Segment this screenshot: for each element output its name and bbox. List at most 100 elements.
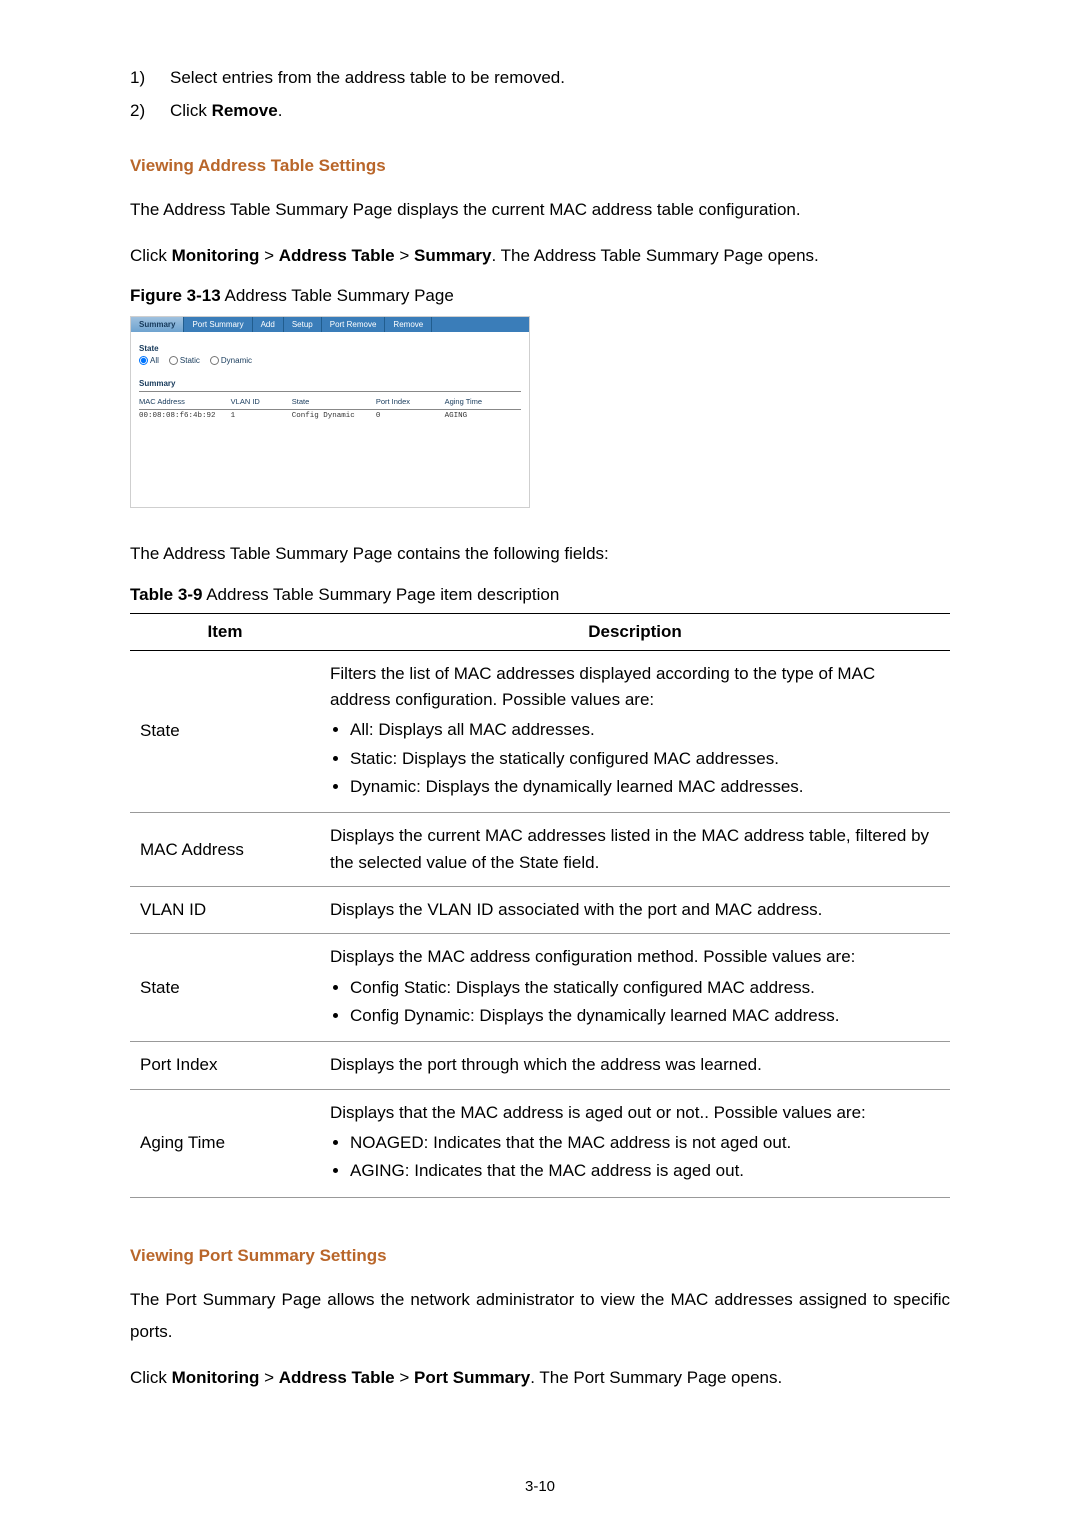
table-row: Aging Time Displays that the MAC address … [130,1089,950,1197]
separator: > [395,1368,414,1387]
col-aging: Aging Time [445,394,521,410]
text: Click [130,1368,172,1387]
section-heading-viewing-address-table: Viewing Address Table Settings [130,156,950,176]
item-cell: Aging Time [130,1089,320,1197]
paragraph-breadcrumb-2: Click Monitoring > Address Table > Port … [130,1362,950,1394]
summary-grid: MAC Address VLAN ID State Port Index Agi… [139,394,521,422]
nav-monitoring: Monitoring [172,246,260,265]
step-number: 1) [130,64,170,93]
radio-static-input[interactable] [169,356,178,365]
description-table: Item Description State Filters the list o… [130,613,950,1198]
item-cell: Port Index [130,1042,320,1089]
nav-monitoring: Monitoring [172,1368,260,1387]
th-item: Item [130,613,320,650]
summary-label: Summary [139,379,521,392]
figure-title: Address Table Summary Page [221,286,454,305]
cell-port: 0 [376,410,445,423]
step-list: 1) Select entries from the address table… [130,64,950,126]
radio-all-input[interactable] [139,356,148,365]
state-radios: All Static Dynamic [139,356,521,365]
item-cell: State [130,934,320,1042]
remove-bold: Remove [212,101,278,120]
table-label: Table 3-9 [130,585,202,604]
bullet-item: AGING: Indicates that the MAC address is… [350,1158,940,1184]
radio-dynamic-label: Dynamic [221,356,252,365]
nav-address-table: Address Table [279,1368,395,1387]
item-cell: VLAN ID [130,887,320,934]
bullet-item: NOAGED: Indicates that the MAC address i… [350,1130,940,1156]
tab-port-summary[interactable]: Port Summary [184,317,252,332]
description-lead: Displays the port through which the addr… [330,1052,940,1078]
th-desc: Description [320,613,950,650]
description-lead: Displays the VLAN ID associated with the… [330,897,940,923]
step-2: 2) Click Remove. [130,97,950,126]
description-cell: Displays the VLAN ID associated with the… [320,887,950,934]
bullet-item: All: Displays all MAC addresses. [350,717,940,743]
tab-setup[interactable]: Setup [284,317,322,332]
description-lead: Displays the MAC address configuration m… [330,944,940,970]
ui-body: State All Static Dynamic Summary MAC Add… [131,332,529,507]
text: Click [130,246,172,265]
step-text: Click Remove. [170,97,950,126]
separator: > [259,246,278,265]
tab-port-remove[interactable]: Port Remove [322,317,386,332]
table-row: Port Index Displays the port through whic… [130,1042,950,1089]
bullet-item: Dynamic: Displays the dynamically learne… [350,774,940,800]
item-cell: MAC Address [130,813,320,887]
cell-state: Config Dynamic [292,410,376,423]
col-mac: MAC Address [139,394,231,410]
radio-all[interactable]: All [139,356,159,365]
separator: > [259,1368,278,1387]
cell-vlan: 1 [231,410,292,423]
description-lead: Displays the current MAC addresses liste… [330,823,940,876]
radio-static-label: Static [180,356,200,365]
radio-static[interactable]: Static [169,356,200,365]
cell-mac: 00:08:08:f6:4b:92 [139,410,231,423]
text: . The Address Table Summary Page opens. [492,246,819,265]
description-lead: Displays that the MAC address is aged ou… [330,1100,940,1126]
bullet-item: Config Dynamic: Displays the dynamically… [350,1003,940,1029]
table-row: 00:08:08:f6:4b:92 1 Config Dynamic 0 AGI… [139,410,521,423]
paragraph: The Address Table Summary Page contains … [130,538,950,570]
table-row: VLAN ID Displays the VLAN ID associated w… [130,887,950,934]
tab-summary[interactable]: Summary [131,317,184,332]
tab-add[interactable]: Add [253,317,284,332]
text-post: . [278,101,283,120]
bullet-item: Config Static: Displays the statically c… [350,975,940,1001]
description-bullets: Config Static: Displays the statically c… [330,975,940,1030]
tab-remove[interactable]: Remove [385,317,432,332]
step-number: 2) [130,97,170,126]
ui-tabs: Summary Port Summary Add Setup Port Remo… [131,317,529,332]
figure-caption: Figure 3-13 Address Table Summary Page [130,286,950,306]
description-cell: Displays that the MAC address is aged ou… [320,1089,950,1197]
table-row: MAC AddressDisplays the current MAC addr… [130,813,950,887]
step-text: Select entries from the address table to… [170,64,950,93]
nav-summary: Summary [414,246,491,265]
description-cell: Filters the list of MAC addresses displa… [320,650,950,813]
radio-dynamic-input[interactable] [210,356,219,365]
col-port: Port Index [376,394,445,410]
table-title: Address Table Summary Page item descript… [202,585,559,604]
paragraph-breadcrumb: Click Monitoring > Address Table > Summa… [130,240,950,272]
bullet-item: Static: Displays the statically configur… [350,746,940,772]
description-cell: Displays the MAC address configuration m… [320,934,950,1042]
nav-address-table: Address Table [279,246,395,265]
tabs-fill [432,317,529,332]
section-heading-viewing-port-summary: Viewing Port Summary Settings [130,1246,950,1266]
state-label: State [139,344,521,353]
description-cell: Displays the current MAC addresses liste… [320,813,950,887]
description-cell: Displays the port through which the addr… [320,1042,950,1089]
address-table-summary-ui: Summary Port Summary Add Setup Port Remo… [130,316,530,508]
cell-aging: AGING [445,410,521,423]
description-bullets: NOAGED: Indicates that the MAC address i… [330,1130,940,1185]
description-bullets: All: Displays all MAC addresses. Static: … [330,717,940,800]
figure-label: Figure 3-13 [130,286,221,305]
page-number: 3-10 [0,1478,1080,1495]
step-1: 1) Select entries from the address table… [130,64,950,93]
text: Select entries from the address table to… [170,68,565,87]
col-state: State [292,394,376,410]
radio-all-label: All [150,356,159,365]
col-vlan: VLAN ID [231,394,292,410]
paragraph: The Address Table Summary Page displays … [130,194,950,226]
radio-dynamic[interactable]: Dynamic [210,356,252,365]
